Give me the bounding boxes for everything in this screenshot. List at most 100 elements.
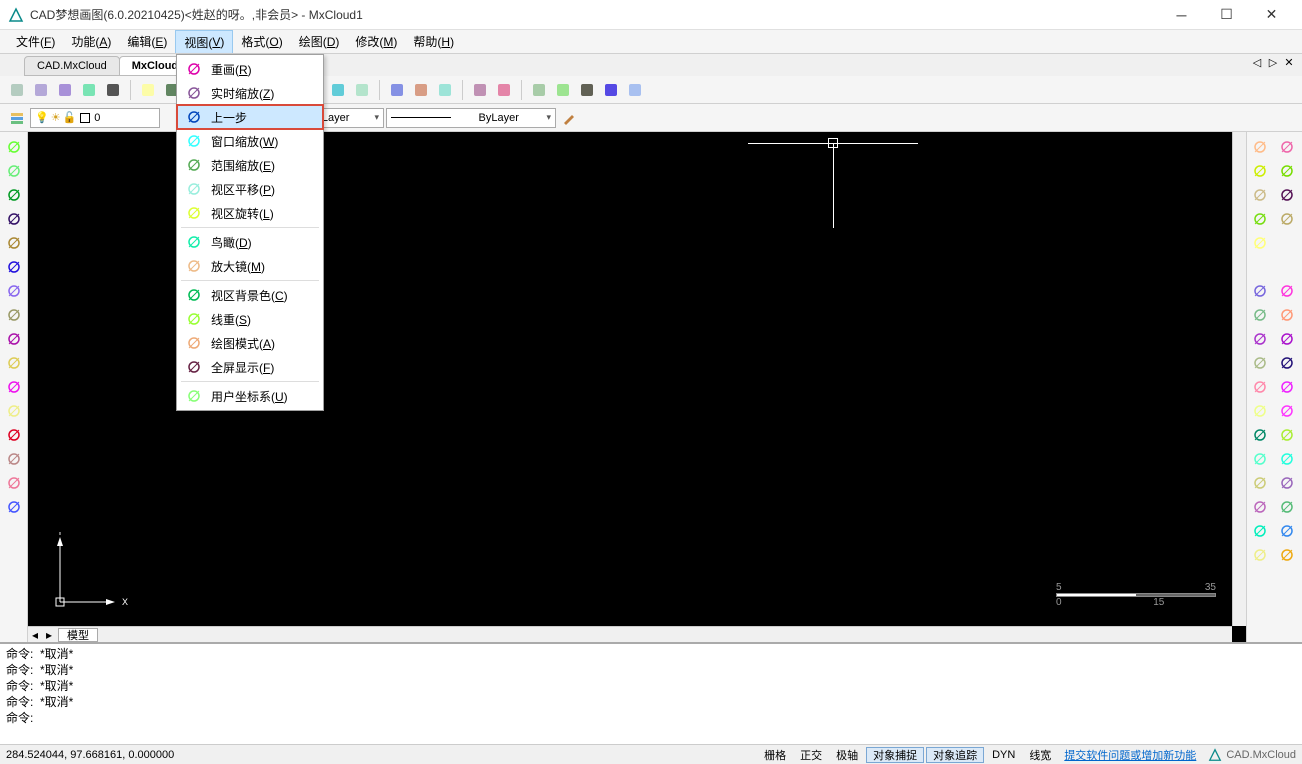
toolset-icon[interactable] [1249, 232, 1271, 254]
vertical-scrollbar[interactable] [1232, 132, 1246, 626]
saveas-icon[interactable] [102, 79, 124, 101]
mirror2-icon[interactable] [1276, 328, 1298, 350]
menu-v[interactable]: 视图(V) [175, 30, 233, 53]
layer-combo[interactable]: 💡 ☀ 🔓 0 [30, 108, 160, 128]
doc-tab[interactable]: CAD.MxCloud [24, 56, 120, 76]
polyline-icon[interactable] [3, 184, 25, 206]
paste-icon[interactable] [1249, 184, 1271, 206]
flag-icon[interactable] [1276, 400, 1298, 422]
chamfer-icon[interactable] [1276, 376, 1298, 398]
props-icon[interactable] [1249, 280, 1271, 302]
settings-icon[interactable] [1249, 472, 1271, 494]
print-icon[interactable] [624, 79, 646, 101]
menu-e[interactable]: 编辑(E) [119, 30, 175, 53]
lineweight-combo[interactable]: ByLayer ▾ [386, 108, 556, 128]
feedback-link[interactable]: 提交软件问题或增加新功能 [1064, 747, 1196, 763]
ellipse-arc-icon[interactable] [3, 352, 25, 374]
img-icon[interactable] [434, 79, 456, 101]
menu-h[interactable]: 帮助(H) [405, 30, 462, 53]
menu-item-zoom-extents-icon[interactable]: 范围缩放(E) [177, 153, 323, 177]
status-toggle-DYN[interactable]: DYN [986, 747, 1021, 763]
mirror-icon[interactable] [1249, 328, 1271, 350]
revcloud-icon[interactable] [3, 304, 25, 326]
status-toggle-对象追踪[interactable]: 对象追踪 [926, 747, 984, 763]
hatch-icon[interactable] [1249, 544, 1271, 566]
arc-icon[interactable] [3, 256, 25, 278]
save-icon[interactable] [78, 79, 100, 101]
bracket-icon[interactable] [1249, 448, 1271, 470]
dim-icon[interactable] [1276, 304, 1298, 326]
copy-icon[interactable] [1249, 136, 1271, 158]
open-icon[interactable] [30, 79, 52, 101]
duplicate-icon[interactable] [1249, 424, 1271, 446]
model-tab[interactable]: 模型 [58, 628, 98, 642]
find-icon[interactable] [528, 79, 550, 101]
layers-icon[interactable] [1276, 280, 1298, 302]
menu-item-fullscreen-icon[interactable]: 全屏显示(F) [177, 355, 323, 379]
sel-icon[interactable] [410, 79, 432, 101]
status-toggle-正交[interactable]: 正交 [794, 747, 828, 763]
trim2-icon[interactable] [1276, 352, 1298, 374]
menu-item-zoom-realtime-icon[interactable]: 实时缩放(Z) [177, 81, 323, 105]
close-button[interactable]: ✕ [1249, 1, 1294, 29]
mag-icon[interactable] [386, 79, 408, 101]
leader-icon[interactable] [1276, 520, 1298, 542]
color-icon[interactable] [351, 79, 373, 101]
menu-item-bgcolor-icon[interactable]: 视区背景色(C) [177, 283, 323, 307]
menu-f[interactable]: 文件(F) [8, 30, 63, 53]
add-icon[interactable] [1276, 184, 1298, 206]
fillet-icon[interactable] [1249, 376, 1271, 398]
star-icon[interactable] [1249, 400, 1271, 422]
menu-item-magnifier-icon[interactable]: 放大镜(M) [177, 254, 323, 278]
status-toggle-线宽[interactable]: 线宽 [1023, 747, 1057, 763]
menu-a[interactable]: 功能(A) [63, 30, 119, 53]
status-toggle-极轴[interactable]: 极轴 [830, 747, 864, 763]
zoomin-icon[interactable] [137, 79, 159, 101]
hatch-icon[interactable] [3, 400, 25, 422]
point-icon[interactable] [3, 376, 25, 398]
menu-item-aerial-icon[interactable]: 鸟瞰(D) [177, 230, 323, 254]
blocks-icon[interactable] [3, 448, 25, 470]
tab-prev-button[interactable]: ◁ [1250, 56, 1264, 69]
diameter-icon[interactable] [1276, 496, 1298, 518]
line-icon[interactable] [3, 136, 25, 158]
arc-icon[interactable] [469, 79, 491, 101]
ellipse-icon[interactable] [3, 328, 25, 350]
copyclip-icon[interactable] [1249, 160, 1271, 182]
openf-icon[interactable] [54, 79, 76, 101]
menu-item-lineweight-icon[interactable]: 线重(S) [177, 307, 323, 331]
menu-item-pan-icon[interactable]: 视区平移(P) [177, 177, 323, 201]
area-icon[interactable] [1276, 544, 1298, 566]
scroll-left-button[interactable]: ◂ [28, 628, 42, 642]
brush-icon[interactable] [558, 107, 580, 129]
maximize-button[interactable]: ☐ [1204, 1, 1249, 29]
tab-next-button[interactable]: ▷ [1266, 56, 1280, 69]
circle-icon[interactable] [3, 280, 25, 302]
layer-manager-icon[interactable] [6, 107, 28, 129]
command-log[interactable]: 命令: *取消*命令: *取消*命令: *取消*命令: *取消*命令: [0, 642, 1302, 744]
locate-icon[interactable] [1276, 472, 1298, 494]
undo-icon[interactable] [1276, 208, 1298, 230]
bracket2-icon[interactable] [1276, 448, 1298, 470]
grid-icon[interactable] [1249, 304, 1271, 326]
match-icon[interactable] [1276, 136, 1298, 158]
minimize-button[interactable]: ─ [1159, 1, 1204, 29]
hatch-icon[interactable] [327, 79, 349, 101]
redo2-icon[interactable] [493, 79, 515, 101]
mtext-icon[interactable] [3, 472, 25, 494]
text-icon[interactable] [3, 424, 25, 446]
status-toggle-栅格[interactable]: 栅格 [758, 747, 792, 763]
radius-icon[interactable] [1249, 496, 1271, 518]
new-icon[interactable] [6, 79, 28, 101]
menu-item-ucs-icon[interactable]: 用户坐标系(U) [177, 384, 323, 408]
menu-item-rotate-view-icon[interactable]: 视区旋转(L) [177, 201, 323, 225]
menu-item-redraw-icon[interactable]: 重画(R) [177, 57, 323, 81]
polygon-icon[interactable] [3, 208, 25, 230]
xline-icon[interactable] [3, 160, 25, 182]
menu-o[interactable]: 格式(O) [233, 30, 290, 53]
status-toggle-对象捕捉[interactable]: 对象捕捉 [866, 747, 924, 763]
rectangle-icon[interactable] [3, 232, 25, 254]
trim-icon[interactable] [1249, 352, 1271, 374]
menu-item-zoom-window-icon[interactable]: 窗口缩放(W) [177, 129, 323, 153]
stack-icon[interactable] [1276, 424, 1298, 446]
